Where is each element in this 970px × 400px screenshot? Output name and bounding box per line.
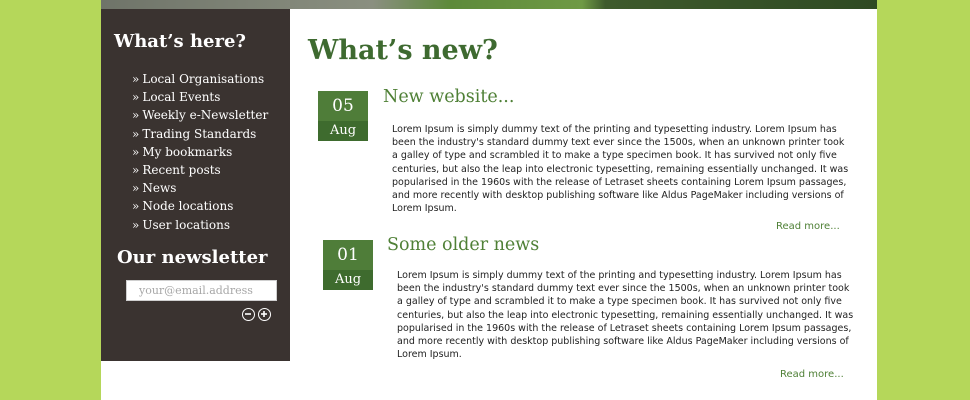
sidebar: What’s here? » Local Organisations » Local… [101,9,290,361]
sidebar-item-user-locations[interactable]: » User locations [132,216,268,234]
newsletter-email-input[interactable] [126,280,277,301]
bullet-marker: » [132,163,140,178]
unsubscribe-button[interactable] [242,308,255,321]
sidebar-item-label: Node locations [142,199,234,214]
minus-circle-icon [245,313,251,315]
post-body: Lorem Ipsum is simply dummy text of the … [397,270,854,361]
sidebar-item-label: User locations [142,217,230,232]
post-body: Lorem Ipsum is simply dummy text of the … [392,124,849,215]
sidebar-item-recent-posts[interactable]: » Recent posts [132,161,268,179]
plus-circle-icon [261,311,267,317]
date-day: 01 [323,240,373,270]
bullet-marker: » [132,144,140,159]
subscribe-button[interactable] [258,308,271,321]
sidebar-item-local-organisations[interactable]: » Local Organisations [132,70,268,88]
bullet-marker: » [132,217,140,232]
sidebar-title: What’s here? [114,31,246,52]
page-container: What’s here? » Local Organisations » Local… [101,0,877,400]
sidebar-item-label: News [142,181,177,196]
post-title-link[interactable]: Some older news [387,235,539,255]
sidebar-item-trading-standards[interactable]: » Trading Standards [132,125,268,143]
date-month: Aug [323,270,373,290]
bullet-marker: » [132,126,140,141]
sidebar-item-label: Local Events [142,90,221,105]
date-month: Aug [318,121,368,141]
bullet-marker: » [132,181,140,196]
newsletter-title: Our newsletter [117,247,268,268]
header-banner-image [101,0,877,9]
sidebar-item-label: My bookmarks [142,144,233,159]
sidebar-item-label: Weekly e-Newsletter [142,108,269,123]
bullet-marker: » [132,199,140,214]
sidebar-item-node-locations[interactable]: » Node locations [132,197,268,215]
sidebar-nav: » Local Organisations » Local Events » Week… [132,70,268,234]
read-more-link[interactable]: Read more... [776,221,840,232]
date-day: 05 [318,91,368,121]
date-badge: 01 Aug [323,240,373,290]
sidebar-item-weekly-e-newsletter[interactable]: » Weekly e-Newsletter [132,106,268,124]
post-title-link[interactable]: New website... [383,87,514,107]
sidebar-item-my-bookmarks[interactable]: » My bookmarks [132,143,268,161]
sidebar-item-label: Recent posts [142,163,221,178]
date-badge: 05 Aug [318,91,368,141]
sidebar-item-local-events[interactable]: » Local Events [132,88,268,106]
sidebar-item-label: Local Organisations [142,72,265,86]
page-title: What’s new? [308,35,498,66]
sidebar-item-label: Trading Standards [142,126,257,141]
bullet-marker: » [132,108,140,123]
sidebar-item-news[interactable]: » News [132,179,268,197]
bullet-marker: » [132,72,140,86]
read-more-link[interactable]: Read more... [780,369,844,380]
bullet-marker: » [132,90,140,105]
